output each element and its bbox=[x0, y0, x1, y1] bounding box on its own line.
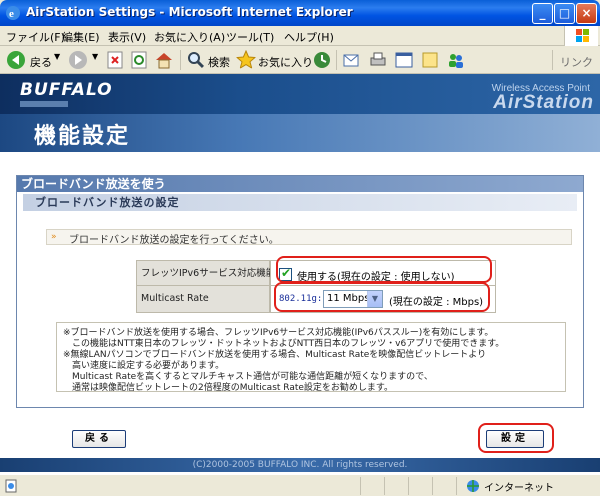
favorites-star-icon[interactable] bbox=[236, 50, 256, 70]
close-button[interactable]: × bbox=[576, 3, 597, 24]
discuss-icon[interactable] bbox=[420, 50, 440, 70]
menu-help[interactable]: ヘルプ(H) bbox=[284, 29, 334, 45]
security-zone: インターネット bbox=[484, 483, 554, 494]
double-arrow-icon: » bbox=[51, 232, 57, 242]
note-line: 通常は映像配信ビットレートの2倍程度のMulticast Rate設定をお勧めし… bbox=[63, 383, 394, 393]
status-bar: インターネット bbox=[0, 474, 600, 496]
ie-icon: e bbox=[6, 6, 20, 20]
svg-text:e: e bbox=[9, 8, 14, 20]
toolbar-separator bbox=[552, 50, 553, 70]
page-footer: (C)2000-2005 BUFFALO INC. All rights res… bbox=[0, 458, 600, 472]
menu-tools[interactable]: ツール(T) bbox=[226, 29, 274, 45]
print-icon[interactable] bbox=[368, 50, 388, 70]
maximize-button[interactable]: □ bbox=[554, 3, 575, 24]
globe-icon bbox=[467, 480, 479, 492]
section-subtitle: ブロードバンド放送の設定 bbox=[23, 194, 577, 211]
menu-view[interactable]: 表示(V) bbox=[108, 29, 146, 45]
back-label[interactable]: 戻る bbox=[30, 54, 52, 70]
back-dropdown-icon[interactable]: ▼ bbox=[54, 52, 60, 61]
status-cell bbox=[432, 477, 433, 495]
status-cell bbox=[456, 477, 457, 495]
forward-dropdown-icon[interactable]: ▼ bbox=[92, 52, 98, 61]
status-cell bbox=[360, 477, 361, 495]
menu-bar: ファイル(F) 編集(E) 表示(V) お気に入り(A) ツール(T) ヘルプ(… bbox=[0, 26, 600, 46]
page-header: BUFFALO Wireless Access Point AirStation… bbox=[0, 74, 600, 152]
buffalo-logo: BUFFALO bbox=[20, 80, 113, 100]
back-button[interactable]: 戻る bbox=[72, 430, 126, 448]
logo-tagline bbox=[20, 101, 68, 107]
refresh-icon[interactable] bbox=[130, 50, 150, 70]
status-cell bbox=[408, 477, 409, 495]
status-cell bbox=[384, 477, 385, 495]
ipv6-label: フレッツIPv6サービス対応機能 bbox=[136, 260, 275, 288]
menu-edit[interactable]: 編集(E) bbox=[62, 29, 100, 45]
toolbar-separator bbox=[180, 50, 181, 70]
window-titlebar[interactable]: e AirStation Settings - Microsoft Intern… bbox=[0, 0, 600, 26]
windows-logo-icon bbox=[564, 26, 598, 46]
page-title: 機能設定 bbox=[34, 124, 131, 149]
search-label[interactable]: 検索 bbox=[208, 54, 230, 70]
section-title: ブロードバンド放送を使う bbox=[17, 176, 583, 192]
multicast-label: Multicast Rate bbox=[136, 285, 270, 313]
notes-box: ※ブロードバンド放送を使用する場合、フレッツIPv6サービス対応機能(IPv6パ… bbox=[56, 322, 566, 393]
highlight-multicast bbox=[274, 282, 490, 312]
stop-icon[interactable] bbox=[106, 50, 126, 70]
favorites-label[interactable]: お気に入り bbox=[258, 54, 313, 70]
toolbar-separator bbox=[336, 50, 337, 70]
edit-icon[interactable] bbox=[394, 50, 414, 70]
highlight-submit bbox=[478, 423, 554, 453]
menu-file[interactable]: ファイル(F) bbox=[6, 29, 65, 45]
links-label[interactable]: リンク bbox=[560, 54, 593, 70]
window-title: AirStation Settings - Microsoft Internet… bbox=[26, 5, 353, 19]
info-row: » ブロードバンド放送の設定を行ってください。 bbox=[46, 229, 572, 246]
page-icon bbox=[5, 479, 17, 493]
forward-arrow-icon[interactable] bbox=[68, 50, 88, 70]
highlight-ipv6 bbox=[276, 256, 492, 283]
messenger-icon[interactable] bbox=[446, 50, 466, 70]
minimize-button[interactable]: _ bbox=[532, 3, 553, 24]
menu-favorites[interactable]: お気に入り(A) bbox=[154, 29, 225, 45]
back-arrow-icon[interactable] bbox=[6, 50, 26, 70]
mail-icon[interactable] bbox=[342, 50, 362, 70]
history-icon[interactable] bbox=[312, 50, 332, 70]
info-text: ブロードバンド放送の設定を行ってください。 bbox=[69, 235, 279, 246]
product-name: AirStation bbox=[493, 92, 594, 113]
toolbar: 戻る ▼ ▼ 検索 お気に入り リンク bbox=[0, 46, 600, 74]
home-icon[interactable] bbox=[154, 50, 174, 70]
search-icon[interactable] bbox=[186, 50, 206, 70]
